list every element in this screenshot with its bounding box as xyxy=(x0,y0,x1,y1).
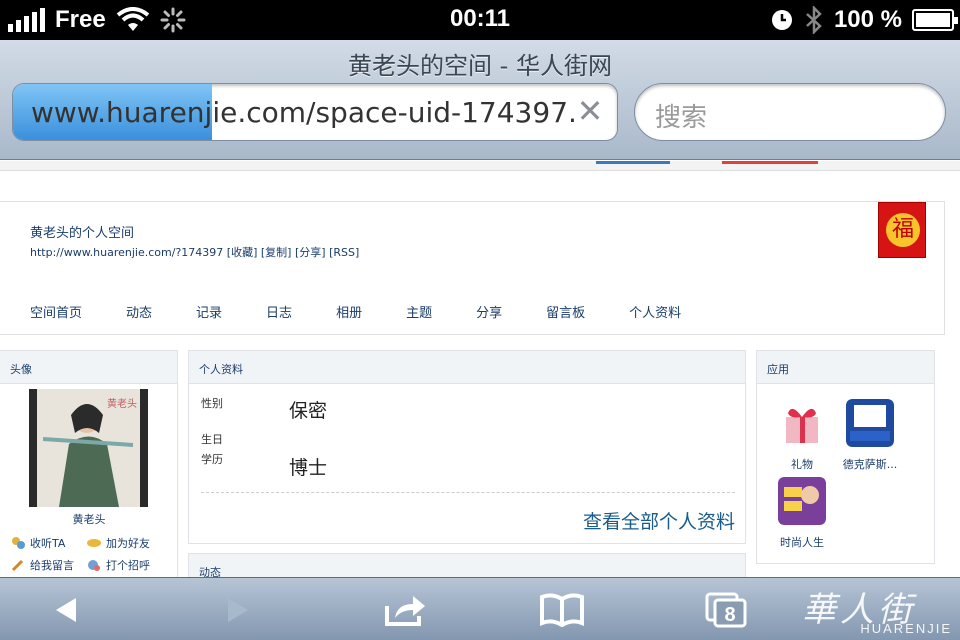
app-fashion-life[interactable]: 时尚人生 xyxy=(767,477,837,550)
bluetooth-icon xyxy=(806,6,822,34)
nav-guestbook[interactable]: 留言板 xyxy=(546,302,585,321)
book-icon xyxy=(540,593,584,627)
nav-feed[interactable]: 动态 xyxy=(126,302,152,321)
avatar[interactable]: 黄老头 xyxy=(29,389,148,507)
nav-records[interactable]: 记录 xyxy=(196,302,222,321)
app-gift-label: 礼物 xyxy=(791,458,813,471)
fashion-icon xyxy=(778,477,826,525)
battery-icon xyxy=(912,9,958,31)
avatar-actions: 收听TA 加为好友 给我留言 打个招呼 xyxy=(10,535,170,573)
nav-home[interactable]: 空间首页 xyxy=(30,302,82,321)
search-input[interactable]: 搜索 xyxy=(634,83,946,141)
app-gift[interactable]: 礼物 xyxy=(767,399,837,472)
space-url-line: http://www.huarenjie.com/?174397 [收藏] [复… xyxy=(30,244,359,260)
address-text[interactable]: www.huarenjie.com/space-uid-174397.h xyxy=(31,96,579,129)
site-top-bar xyxy=(0,161,960,171)
bookmarks-button[interactable] xyxy=(532,590,592,630)
field-label-birthday: 生日 xyxy=(201,433,223,446)
fu-badge: 福 xyxy=(878,202,926,258)
apps-panel: 应用 礼物 德克萨斯... 时尚人生 xyxy=(756,350,935,564)
huarenjie-watermark: 華人街 HUARENJIE xyxy=(802,582,952,638)
svg-text:8: 8 xyxy=(724,604,735,626)
watermark-english: HUARENJIE xyxy=(860,621,952,636)
back-arrow-icon xyxy=(56,598,76,622)
web-page: 黄老头的个人空间 http://www.huarenjie.com/?17439… xyxy=(0,161,960,613)
nav-album[interactable]: 相册 xyxy=(336,302,362,321)
follow-icon xyxy=(12,537,25,549)
view-full-profile-link[interactable]: 查看全部个人资料 xyxy=(583,507,735,534)
alarm-clock-icon xyxy=(771,10,792,30)
field-label-gender: 性别 xyxy=(201,397,223,410)
greet-icon xyxy=(88,560,100,571)
tabs-button[interactable]: 8 xyxy=(696,590,756,630)
divider xyxy=(201,492,735,493)
status-bar: Free 00:11 100 % xyxy=(0,0,960,40)
field-label-education: 学历 xyxy=(201,453,223,466)
space-title[interactable]: 黄老头的个人空间 xyxy=(30,222,134,241)
address-bar[interactable]: www.huarenjie.com/space-uid-174397.h ✕ xyxy=(12,83,618,141)
share-link[interactable]: [分享] xyxy=(295,246,326,259)
avatar-name[interactable]: 黄老头 xyxy=(0,511,178,527)
app-texas-poker[interactable]: 德克萨斯... xyxy=(835,399,905,472)
clear-url-icon[interactable]: ✕ xyxy=(573,94,607,128)
handshake-icon xyxy=(87,539,101,547)
nav-profile[interactable]: 个人资料 xyxy=(629,302,681,321)
nav-blog[interactable]: 日志 xyxy=(266,302,292,321)
rss-link[interactable]: [RSS] xyxy=(329,246,359,259)
say-hello-button[interactable]: 打个招呼 xyxy=(86,557,162,573)
share-icon xyxy=(385,596,425,626)
page-title: 黄老头的空间 - 华人街网 xyxy=(348,52,612,80)
space-header: 黄老头的个人空间 http://www.huarenjie.com/?17439… xyxy=(0,201,945,335)
forward-button[interactable] xyxy=(208,590,268,630)
space-nav: 空间首页 动态 记录 日志 相册 主题 分享 留言板 个人资料 xyxy=(30,302,725,321)
forward-arrow-icon xyxy=(228,598,248,622)
back-button[interactable] xyxy=(36,590,96,630)
avatar-panel: 头像 黄老头 黄老头 收听TA 加为好友 给我留言 打个招呼 xyxy=(0,350,178,580)
tabs-icon: 8 xyxy=(705,592,747,628)
app-texas-poker-label: 德克萨斯... xyxy=(842,458,898,471)
browser-toolbar: 8 華人街 HUARENJIE xyxy=(0,577,960,640)
pencil-icon xyxy=(11,559,24,572)
svg-text:黄老头: 黄老头 xyxy=(107,397,137,410)
add-friend-button[interactable]: 加为好友 xyxy=(86,535,162,551)
gift-icon xyxy=(786,408,818,443)
browser-chrome: 黄老头的空间 - 华人街网 www.huarenjie.com/space-ui… xyxy=(0,40,960,160)
leave-message-button[interactable]: 给我留言 xyxy=(10,557,86,573)
battery-percent: 100 % xyxy=(833,6,902,33)
avatar-panel-heading: 头像 xyxy=(0,351,177,384)
apps-panel-heading: 应用 xyxy=(757,351,934,384)
poker-icon xyxy=(846,399,894,447)
profile-panel-heading: 个人资料 xyxy=(189,351,745,384)
nav-shares[interactable]: 分享 xyxy=(476,302,502,321)
copy-link[interactable]: [复制] xyxy=(261,246,292,259)
field-value-education: 博士 xyxy=(289,457,328,479)
profile-panel: 个人资料 性别 保密 生日 学历 博士 查看全部个人资料 xyxy=(188,350,746,544)
field-value-gender: 保密 xyxy=(289,400,328,422)
app-fashion-life-label: 时尚人生 xyxy=(780,536,824,549)
bookmark-link[interactable]: [收藏] xyxy=(227,246,258,259)
space-url[interactable]: http://www.huarenjie.com/?174397 xyxy=(30,246,223,259)
nav-threads[interactable]: 主题 xyxy=(406,302,432,321)
share-button[interactable] xyxy=(374,590,434,630)
follow-button[interactable]: 收听TA xyxy=(10,535,86,551)
